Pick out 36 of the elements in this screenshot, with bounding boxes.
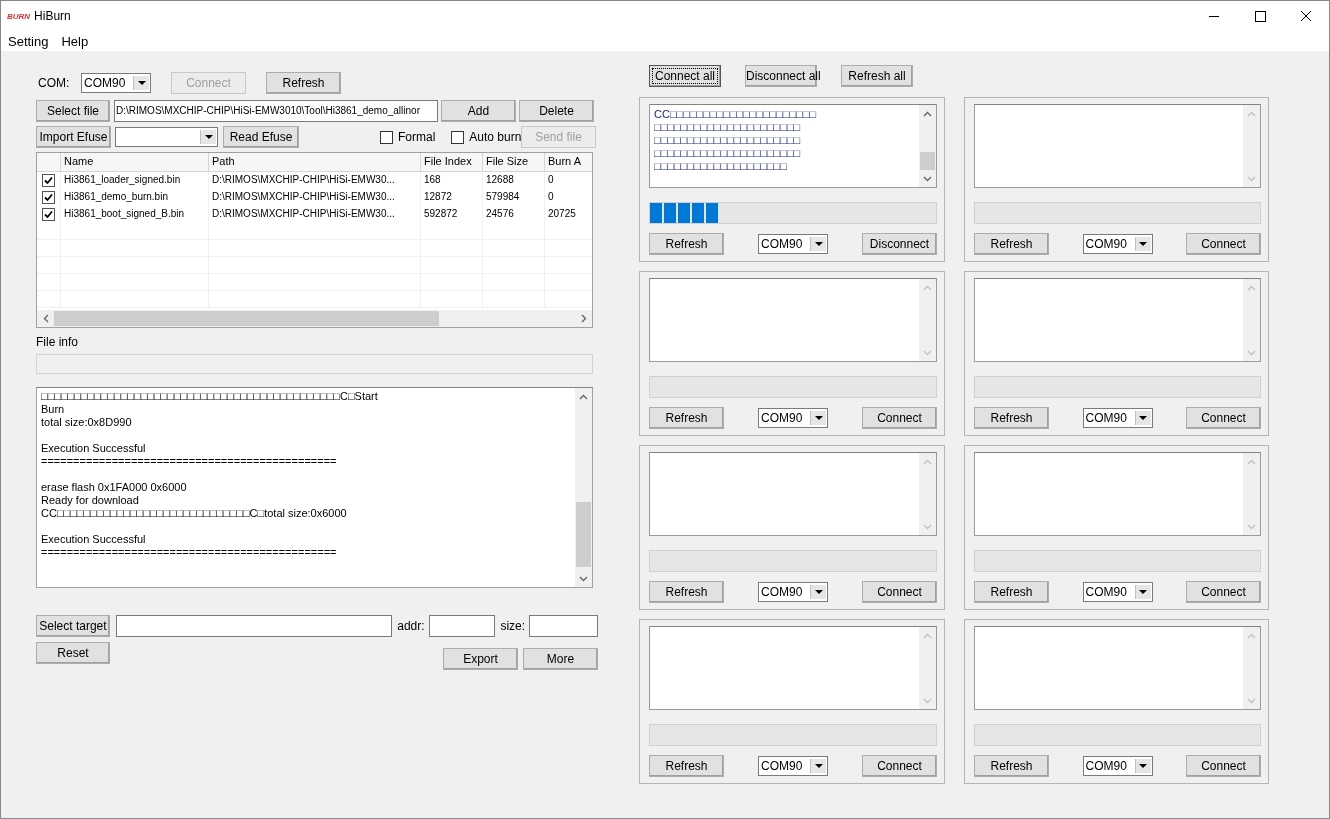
log-line: Burn bbox=[41, 403, 66, 416]
log-line: □□□□□□□□□□□□□□□□□□□□□□ bbox=[654, 134, 802, 147]
log-line: Execution Successful bbox=[41, 533, 147, 546]
label: addr: bbox=[397, 619, 425, 633]
log-line: ============================================== bbox=[41, 546, 338, 559]
window-title: HiBurn bbox=[34, 9, 72, 23]
table-cell: 12872 bbox=[421, 189, 483, 206]
table-cell: 168 bbox=[421, 172, 483, 189]
table-cell: Hi3861_boot_signed_B.bin bbox=[61, 206, 209, 223]
log-line: total size:0x8D990 bbox=[41, 416, 133, 429]
log-line: Execution Successful bbox=[41, 442, 147, 455]
log-line: erase flash 0x1FA000 0x6000 bbox=[41, 481, 188, 494]
log-line: CC□□□□□□□□□□□□□□□□□□□□□□□□□□□□□C□total size:0x6000 bbox=[41, 507, 348, 520]
table-cell: 592872 bbox=[421, 206, 483, 223]
table-cell: 0 bbox=[545, 172, 592, 189]
log-line: □□□□□□□□□□□□□□□□□□□□□□ bbox=[654, 121, 802, 134]
table-cell: Hi3861_demo_burn.bin bbox=[61, 189, 209, 206]
table-cell: Hi3861_loader_signed.bin bbox=[61, 172, 209, 189]
table-cell: 20725 bbox=[545, 206, 592, 223]
log-line: □□□□□□□□□□□□□□□□□□□□□□□□□□□□□□□□□□□□□□□□□□□□□C□Start bbox=[41, 390, 379, 403]
log-line: □□□□□□□□□□□□□□□□□□□□□□ bbox=[654, 147, 802, 160]
table-cell: 0 bbox=[545, 189, 592, 206]
table-cell: 12688 bbox=[483, 172, 545, 189]
log-line: Ready for download bbox=[41, 494, 140, 507]
log-line: CC□□□□□□□□□□□□□□□□□□□□□□ bbox=[654, 108, 818, 121]
label: size: bbox=[500, 619, 526, 633]
table-cell: 24576 bbox=[483, 206, 545, 223]
table-cell: 579984 bbox=[483, 189, 545, 206]
app-logo: BURN bbox=[7, 11, 31, 21]
label: File info bbox=[36, 335, 80, 349]
table-cell: D:\RIMOS\MXCHIP-CHIP\HiSi-EMW30... bbox=[209, 189, 421, 206]
table-cell: D:\RIMOS\MXCHIP-CHIP\HiSi-EMW30... bbox=[209, 206, 421, 223]
log-line: ============================================== bbox=[41, 455, 338, 468]
table-cell: D:\RIMOS\MXCHIP-CHIP\HiSi-EMW30... bbox=[209, 172, 421, 189]
label: COM: bbox=[38, 76, 71, 90]
log-line: □□□□□□□□□□□□□□□□□□□□ bbox=[654, 160, 788, 173]
